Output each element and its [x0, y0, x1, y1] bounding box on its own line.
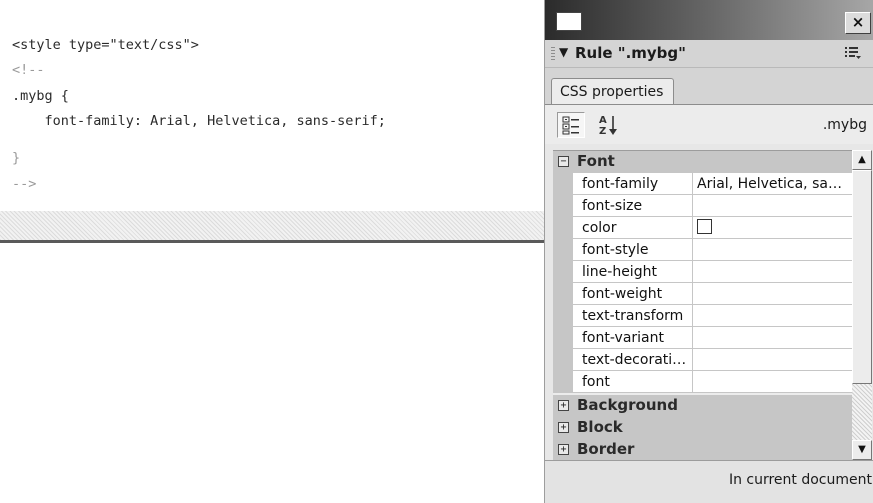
category-label: Border	[577, 440, 635, 458]
tab-css-properties[interactable]: CSS properties	[551, 78, 675, 105]
expand-icon[interactable]: +	[558, 400, 569, 411]
property-name: font	[573, 371, 693, 393]
property-row-text-transform[interactable]: text-transform	[553, 305, 852, 327]
property-row-font-style[interactable]: font-style	[553, 239, 852, 261]
selected-rule-name: .mybg	[822, 117, 867, 133]
property-value[interactable]	[694, 371, 852, 393]
property-value[interactable]	[694, 239, 852, 261]
property-value[interactable]: Arial, Helvetica, sa…	[694, 173, 852, 195]
status-bar: In current document	[545, 460, 873, 503]
category-view-button[interactable]	[557, 112, 585, 138]
expand-arrow-icon[interactable]: ▼	[559, 45, 568, 59]
property-row-font-family[interactable]: font-family Arial, Helvetica, sa…	[553, 173, 852, 195]
property-value[interactable]	[694, 283, 852, 305]
code-editor[interactable]: <style type="text/css"> <!-- .mybg { fon…	[0, 0, 544, 503]
property-value[interactable]	[694, 217, 852, 239]
property-value[interactable]	[694, 349, 852, 371]
property-name: color	[573, 217, 693, 239]
property-row-font-size[interactable]: font-size	[553, 195, 852, 217]
property-value[interactable]	[694, 327, 852, 349]
property-name: text-decorati…	[573, 349, 693, 371]
category-label: Background	[577, 396, 678, 414]
category-block[interactable]: + Block	[553, 417, 852, 439]
options-menu-icon[interactable]	[844, 45, 862, 65]
code-line-declaration[interactable]: font-family: Arial, Helvetica, sans-seri…	[12, 113, 386, 129]
category-background[interactable]: + Background	[553, 395, 852, 417]
collapse-icon[interactable]: −	[558, 156, 569, 167]
alphabetical-sort-icon: A Z	[599, 115, 617, 137]
property-row-font[interactable]: font	[553, 371, 852, 393]
window-icon	[556, 12, 582, 31]
property-value[interactable]	[694, 261, 852, 283]
category-border[interactable]: + Border	[553, 439, 852, 461]
grip-icon[interactable]	[551, 47, 555, 61]
code-line-style-open[interactable]: <style type="text/css">	[12, 37, 199, 53]
tab-bar: CSS properties	[545, 68, 873, 105]
scroll-thumb[interactable]	[852, 170, 872, 384]
category-font[interactable]: − Font	[553, 151, 852, 173]
scroll-down-button[interactable]: ▼	[852, 440, 872, 460]
status-text: In current document	[728, 472, 872, 488]
property-row-font-variant[interactable]: font-variant	[553, 327, 852, 349]
svg-text:Z: Z	[599, 126, 606, 137]
property-name: font-size	[573, 195, 693, 217]
property-value[interactable]	[694, 195, 852, 217]
code-line-brace-close[interactable]: }	[12, 150, 20, 166]
property-name: font-family	[573, 173, 693, 195]
property-value[interactable]	[694, 305, 852, 327]
expand-icon[interactable]: +	[558, 422, 569, 433]
property-name: line-height	[573, 261, 693, 283]
category-label: Font	[577, 152, 615, 170]
editor-split-divider[interactable]	[0, 211, 544, 243]
close-button[interactable]: ×	[845, 12, 871, 34]
svg-text:A: A	[599, 115, 607, 126]
property-row-font-weight[interactable]: font-weight	[553, 283, 852, 305]
property-row-color[interactable]: color	[553, 217, 852, 239]
scroll-track[interactable]	[852, 384, 872, 440]
color-swatch[interactable]	[697, 219, 712, 234]
property-name: font-variant	[573, 327, 693, 349]
css-properties-panel: × ▼ Rule ".mybg" CSS properties A Z .myb…	[544, 0, 873, 503]
category-view-icon	[562, 116, 579, 135]
alphabetical-view-button[interactable]: A Z	[596, 112, 624, 138]
code-line-comment-close[interactable]: -->	[12, 176, 36, 192]
scroll-up-button[interactable]: ▲	[852, 150, 872, 170]
category-label: Block	[577, 418, 623, 436]
property-name: font-weight	[573, 283, 693, 305]
property-row-text-decoration[interactable]: text-decorati…	[553, 349, 852, 371]
panel-toolbar: A Z .mybg	[545, 104, 873, 144]
property-name: font-style	[573, 239, 693, 261]
property-name: text-transform	[573, 305, 693, 327]
code-line-selector[interactable]: .mybg {	[12, 88, 69, 104]
code-line-comment-open[interactable]: <!--	[12, 62, 45, 78]
rule-title: Rule ".mybg"	[575, 44, 686, 62]
property-row-line-height[interactable]: line-height	[553, 261, 852, 283]
panel-title-bar[interactable]: ×	[545, 0, 873, 40]
property-grid: − Font font-family Arial, Helvetica, sa……	[553, 150, 852, 461]
vertical-scrollbar[interactable]: ▲ ▼	[852, 150, 872, 460]
expand-icon[interactable]: +	[558, 444, 569, 455]
rule-header[interactable]: ▼ Rule ".mybg"	[545, 40, 873, 68]
